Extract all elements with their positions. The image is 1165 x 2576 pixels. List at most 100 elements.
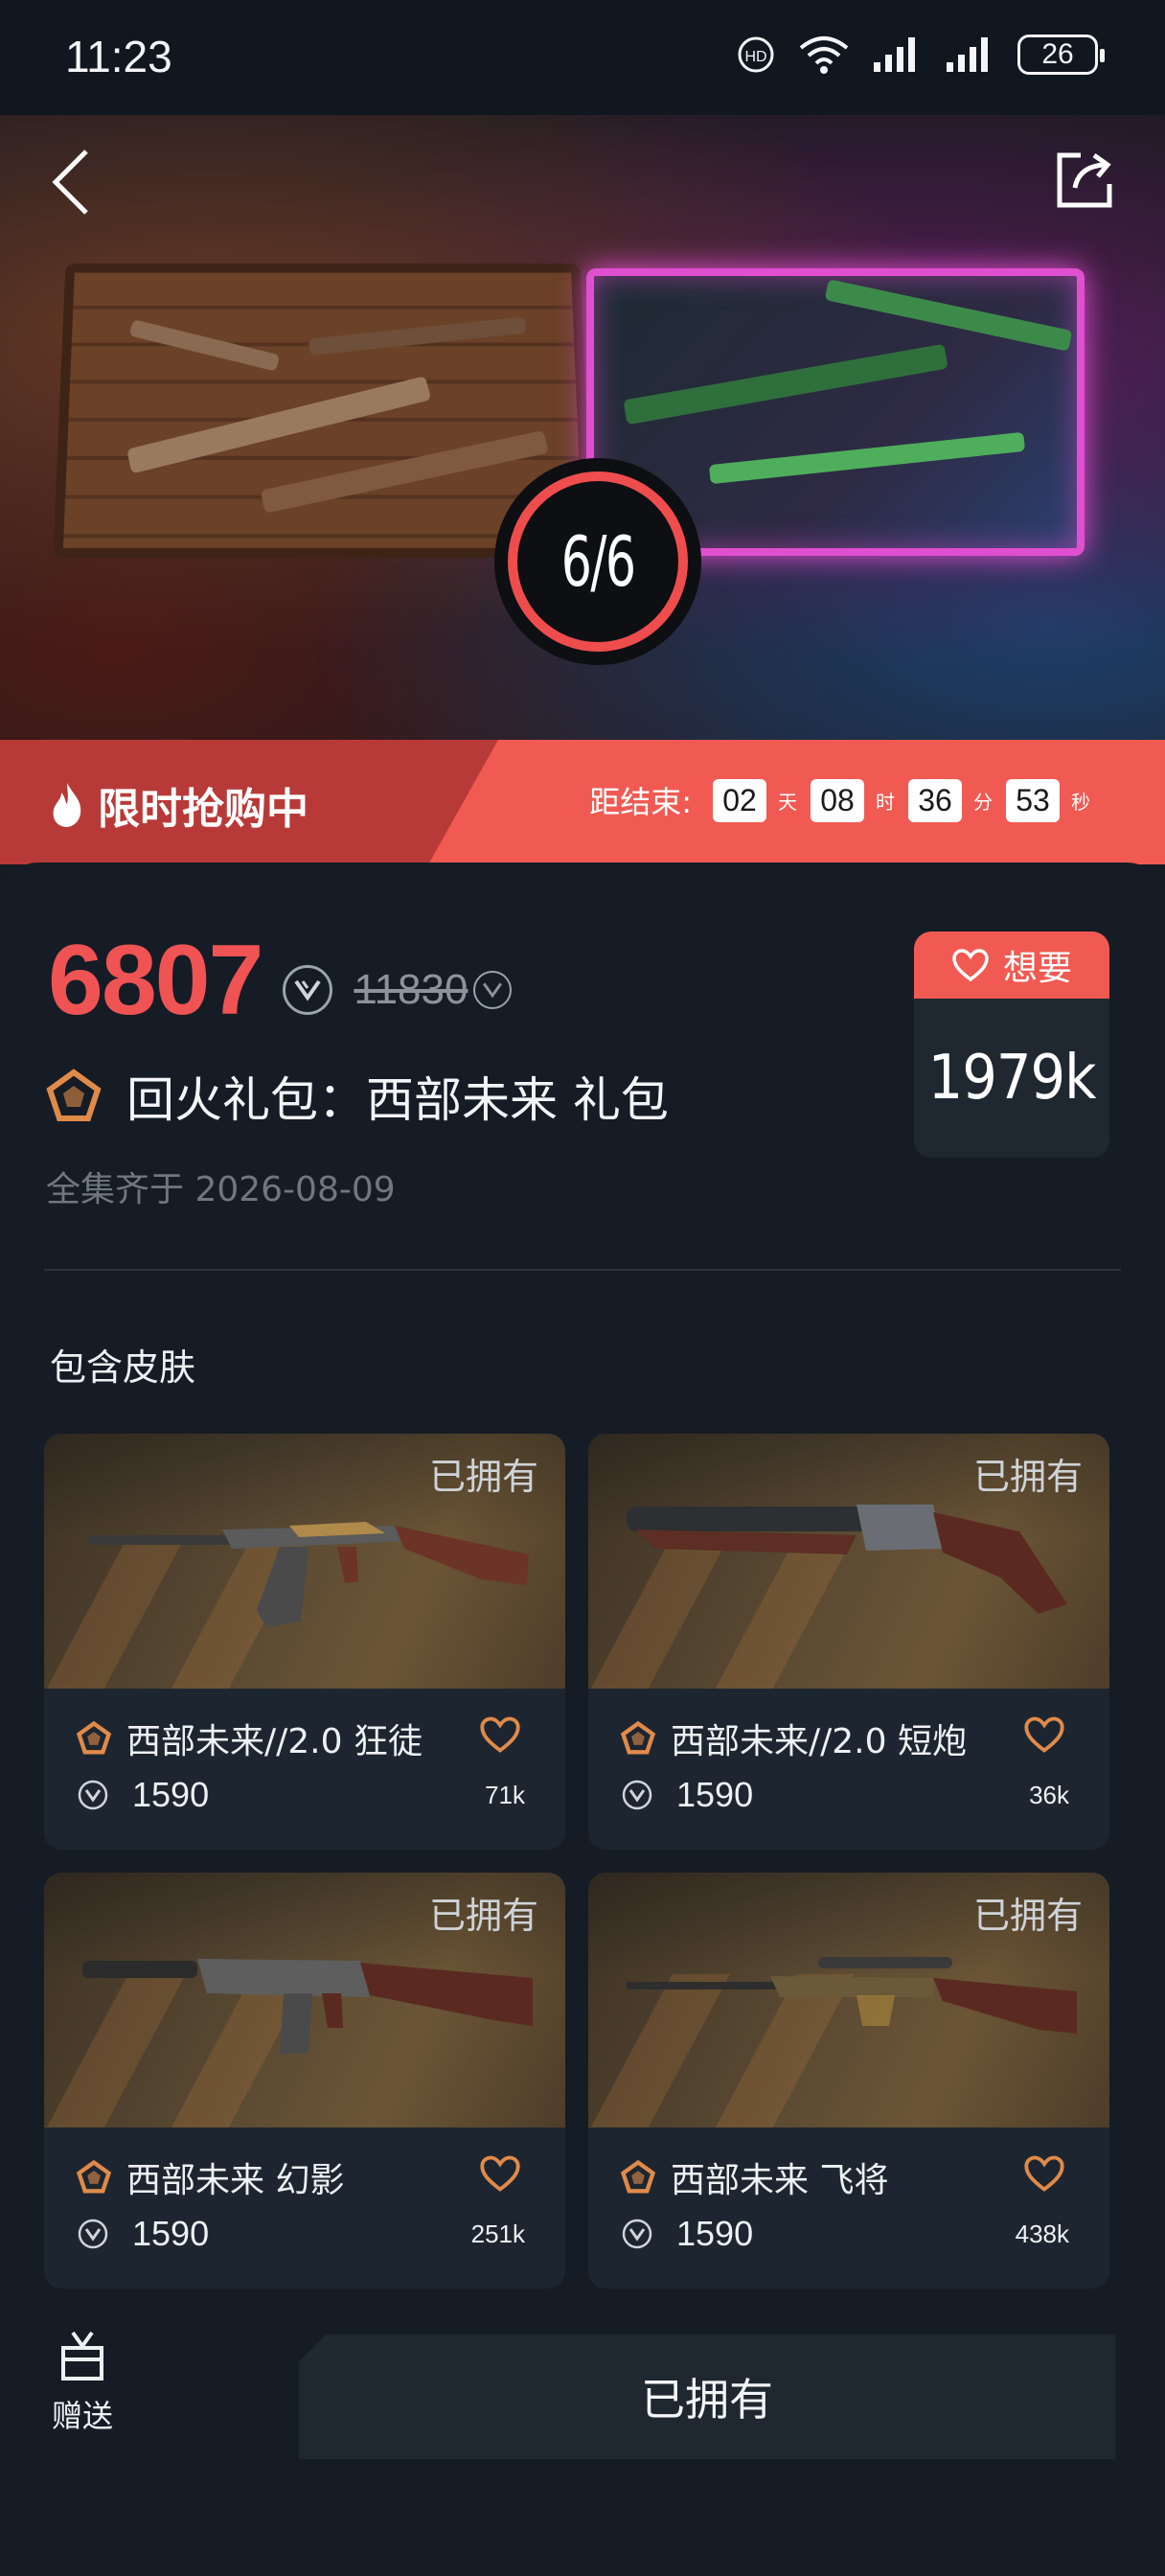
tier-icon xyxy=(621,1721,655,1755)
battery-indicator: 26 xyxy=(1017,34,1105,75)
bundle-detail-panel: 6807 11830 回火礼包：西部未来 礼包 全集齐于 2026-08-09 … xyxy=(0,862,1165,2576)
collected-date: 全集齐于 2026-08-09 xyxy=(46,1170,396,1209)
signal-icon xyxy=(947,37,988,72)
back-button[interactable] xyxy=(48,146,94,222)
skin-info: 西部未来 飞将 1590 438k xyxy=(588,2128,1109,2288)
heart-icon[interactable] xyxy=(479,1715,521,1754)
skin-image: 已拥有 xyxy=(588,1873,1109,2128)
skin-card[interactable]: 已拥有 西部未来//2.0 狂徒 1590 71k xyxy=(44,1434,565,1850)
status-bar: 11:23 HD 26 xyxy=(0,0,1165,115)
owned-action-button[interactable]: 已拥有 xyxy=(299,2334,1115,2459)
flash-sale-title: 限时抢购中 xyxy=(48,774,308,836)
wifi-icon xyxy=(799,36,849,74)
svg-text:HD: HD xyxy=(744,49,766,65)
skin-price: 1590 xyxy=(621,2214,753,2254)
countdown-days: 02 xyxy=(713,778,766,822)
skin-info: 西部未来 幻影 1590 251k xyxy=(44,2128,565,2288)
back-icon xyxy=(52,150,88,215)
skin-card[interactable]: 已拥有 西部未来 飞将 1590 438k xyxy=(588,1873,1109,2288)
vp-currency-icon xyxy=(622,2219,652,2249)
owned-tag: 已拥有 xyxy=(972,1895,1083,1937)
flame-icon xyxy=(53,783,81,827)
signal-icon xyxy=(874,37,915,72)
skin-likes: 251k xyxy=(470,2220,525,2248)
skin-name-text: 西部未来//2.0 狂徒 xyxy=(126,1722,423,1761)
rifle-image xyxy=(88,1522,529,1627)
countdown-label: 距结束: xyxy=(589,784,692,820)
skin-name: 西部未来//2.0 短炮 xyxy=(621,1714,967,1763)
bundle-name: 回火礼包：西部未来 礼包 xyxy=(46,1062,669,1131)
skin-price-value: 1590 xyxy=(132,2214,210,2253)
skin-image: 已拥有 xyxy=(44,1434,565,1689)
skin-info: 西部未来//2.0 狂徒 1590 71k xyxy=(44,1689,565,1850)
wishlist-label: 想要 xyxy=(1002,949,1072,988)
skin-name: 西部未来 飞将 xyxy=(621,2152,888,2202)
skin-price: 1590 xyxy=(77,2214,209,2254)
countdown-minutes: 36 xyxy=(908,778,962,822)
wishlist-button[interactable]: 想要 1979k xyxy=(914,932,1109,1158)
tier-icon xyxy=(77,1721,111,1755)
vp-currency-icon xyxy=(283,964,333,1015)
skin-likes: 71k xyxy=(485,1781,525,1809)
owned-tag: 已拥有 xyxy=(972,1456,1083,1498)
share-icon xyxy=(1057,152,1112,208)
days-unit: 天 xyxy=(778,790,797,814)
skin-price-value: 1590 xyxy=(676,1775,754,1814)
gift-icon xyxy=(61,2331,103,2380)
heart-icon[interactable] xyxy=(479,2154,521,2193)
tier-icon xyxy=(621,2160,655,2194)
divider xyxy=(44,1269,1121,1271)
original-price-value: 11830 xyxy=(354,965,468,1013)
skin-card[interactable]: 已拥有 西部未来 幻影 1590 251k xyxy=(44,1873,565,2288)
skin-image: 已拥有 xyxy=(44,1873,565,2128)
hours-unit: 时 xyxy=(876,790,895,814)
tier-icon xyxy=(77,2160,111,2194)
wishlist-count: 1979k xyxy=(927,1043,1097,1114)
skin-likes: 36k xyxy=(1029,1781,1069,1809)
skin-price-value: 1590 xyxy=(676,2214,754,2253)
status-time: 11:23 xyxy=(65,32,172,81)
minutes-unit: 分 xyxy=(973,790,993,814)
skin-name: 西部未来 幻影 xyxy=(77,2152,344,2202)
wishlist-header: 想要 xyxy=(914,932,1109,999)
vp-currency-icon xyxy=(622,1780,652,1810)
skin-name-text: 西部未来 幻影 xyxy=(126,2161,345,2200)
gift-label: 赠送 xyxy=(51,2398,113,2434)
call-icon: HD xyxy=(738,36,774,73)
price-row: 6807 11830 xyxy=(48,924,513,1038)
status-icons: HD 26 xyxy=(736,34,1105,75)
skin-card[interactable]: 已拥有 西部未来//2.0 短炮 1590 36k xyxy=(588,1434,1109,1850)
heart-icon[interactable] xyxy=(1023,2154,1065,2193)
vp-currency-icon xyxy=(78,1780,108,1810)
tier-icon xyxy=(46,1069,102,1121)
bundle-price: 6807 xyxy=(48,925,263,1036)
skin-price: 1590 xyxy=(621,1775,753,1815)
flash-sale-banner: 限时抢购中 距结束: 02 天 08 时 36 分 53 秒 xyxy=(0,740,1165,864)
skin-likes: 438k xyxy=(1015,2220,1069,2248)
owned-tag: 已拥有 xyxy=(428,1456,538,1498)
included-skins-title: 包含皮肤 xyxy=(50,1346,196,1389)
share-button[interactable] xyxy=(1054,150,1115,215)
sniper-image xyxy=(627,1957,1077,2034)
original-price: 11830 xyxy=(354,965,513,1014)
skin-image: 已拥有 xyxy=(588,1434,1109,1689)
skin-price: 1590 xyxy=(77,1775,209,1815)
progress-text: 6/6 xyxy=(560,521,636,602)
vp-currency-icon xyxy=(473,970,513,1009)
skin-name: 西部未来//2.0 狂徒 xyxy=(77,1714,423,1763)
countdown-timer: 距结束: 02 天 08 时 36 分 53 秒 xyxy=(589,778,1096,822)
flash-sale-text: 限时抢购中 xyxy=(98,785,308,834)
gift-button[interactable]: 赠送 xyxy=(44,2329,121,2436)
phantom-image xyxy=(82,1959,533,2055)
heart-icon xyxy=(952,949,989,982)
countdown-seconds: 53 xyxy=(1006,778,1060,822)
seconds-unit: 秒 xyxy=(1071,790,1090,814)
owned-action-label: 已拥有 xyxy=(641,2374,773,2426)
bundle-name-text: 回火礼包：西部未来 礼包 xyxy=(126,1072,669,1128)
skin-price-value: 1590 xyxy=(132,1775,210,1814)
skin-info: 西部未来//2.0 短炮 1590 36k xyxy=(588,1689,1109,1850)
vp-currency-icon xyxy=(78,2219,108,2249)
skin-name-text: 西部未来 飞将 xyxy=(671,2161,889,2200)
shotgun-image xyxy=(627,1505,1067,1614)
heart-icon[interactable] xyxy=(1023,1715,1065,1754)
